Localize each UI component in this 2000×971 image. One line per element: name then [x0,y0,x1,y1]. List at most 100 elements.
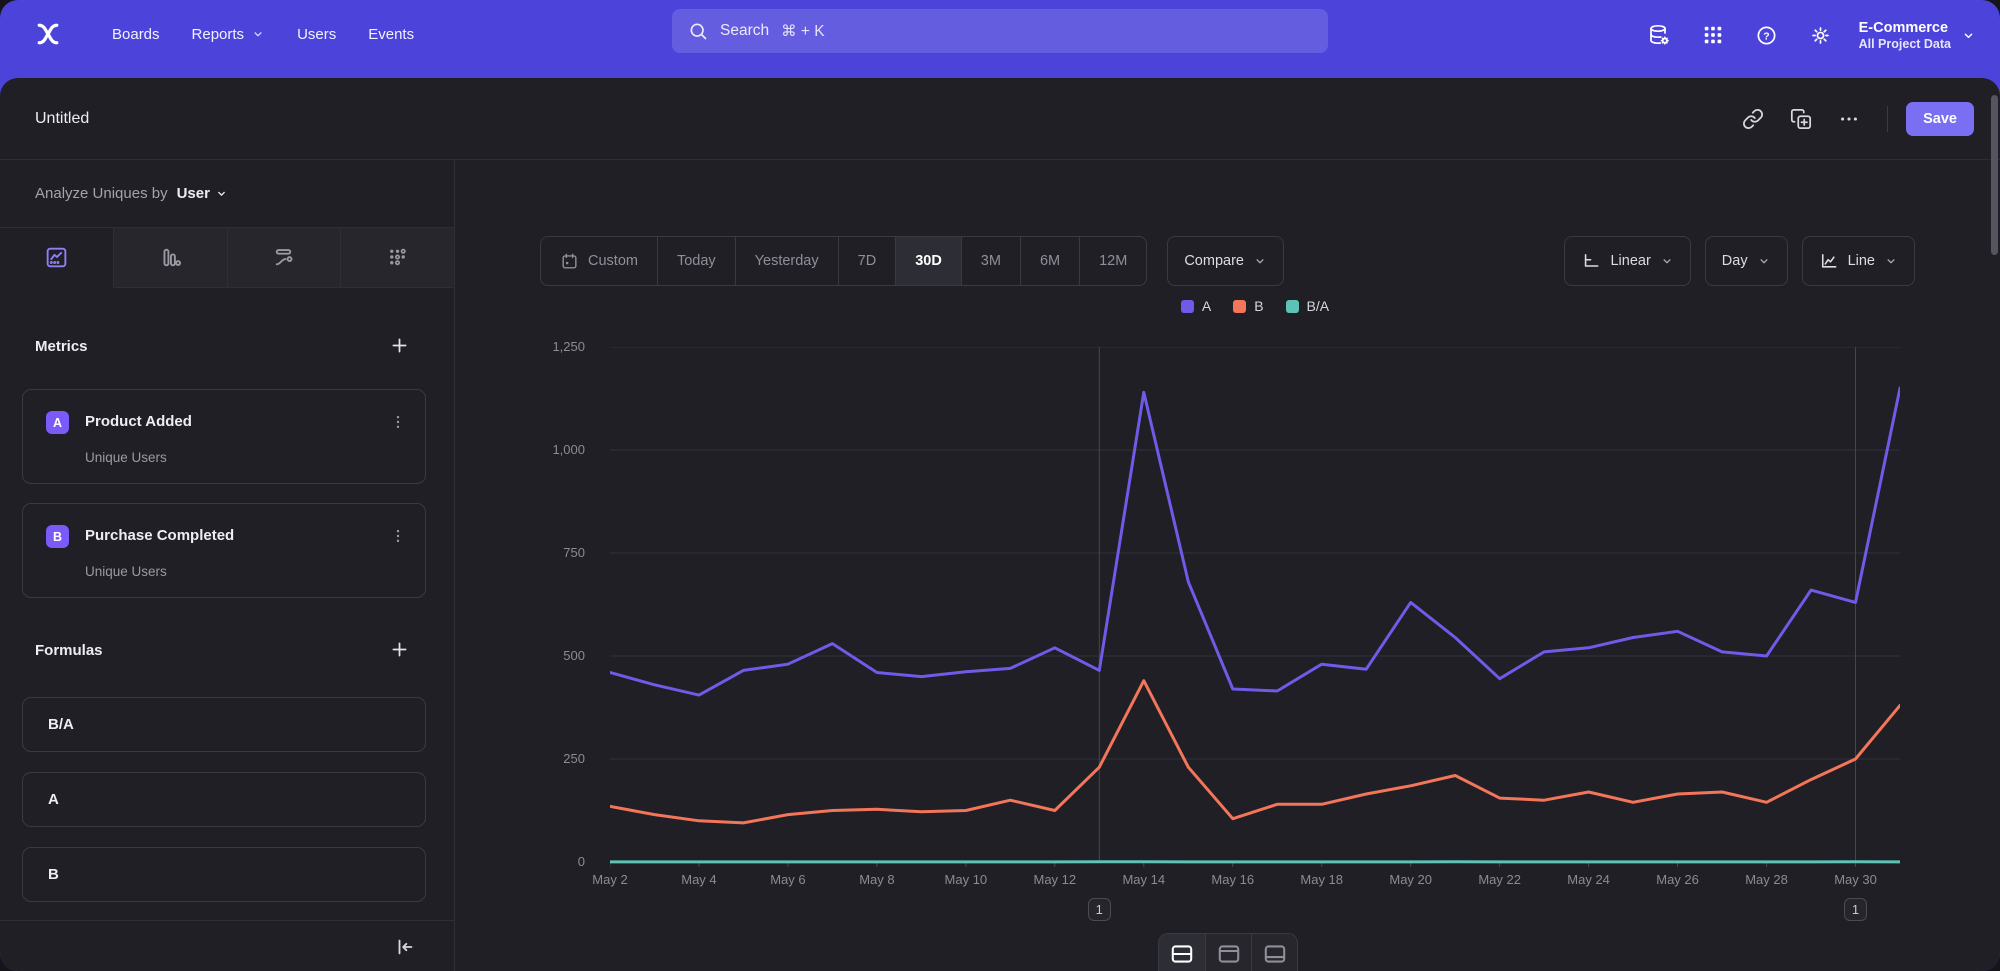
tab-retention[interactable] [341,228,454,287]
search-shortcut: ⌘ + K [781,22,825,41]
settings-button[interactable] [1799,13,1843,57]
help-icon: ? [1755,24,1778,47]
metric-measure[interactable]: Unique Users [85,564,167,579]
mixpanel-logo-icon [33,19,63,49]
divider [0,920,454,921]
nav-item-reports[interactable]: Reports [176,16,282,53]
legend-item[interactable]: A [1181,298,1211,314]
formula-card[interactable]: B/A [22,697,426,752]
x-axis-tick-label: May 26 [1643,872,1713,887]
interval-label: Day [1722,253,1748,269]
link-icon [1742,108,1764,130]
layout-chart-top-icon [1216,941,1242,967]
collapse-sidebar-button[interactable] [388,932,422,962]
date-range-custom[interactable]: Custom [541,237,657,285]
chart-legend: A B B/A [610,298,1900,314]
top-nav: Boards Reports Users Events Search ⌘ + K [0,0,2000,78]
nav-item-label: Users [297,26,336,43]
tab-flows[interactable] [228,228,342,287]
data-management-button[interactable] [1637,13,1681,57]
tab-insights[interactable] [0,228,114,288]
date-range-label: Today [677,253,716,269]
report-title[interactable]: Untitled [35,110,89,128]
report-header: Untitled Save [0,78,2000,160]
formulas-section-title: Formulas [35,642,103,659]
analyze-by-value: User [177,185,210,202]
linear-scale-icon [1581,251,1601,271]
x-axis-tick-label: May 4 [664,872,734,887]
metric-letter-badge: B [46,525,69,548]
gear-icon [1809,24,1832,47]
date-range-today[interactable]: Today [657,237,735,285]
y-axis-tick-label: 0 [475,854,585,869]
metric-letter-badge: A [46,411,69,434]
scale-dropdown[interactable]: Linear [1564,236,1690,286]
mixpanel-logo[interactable] [28,14,68,54]
metric-card[interactable]: A Product Added Unique Users [22,389,426,484]
date-range-30d[interactable]: 30D [895,237,961,285]
formula-card[interactable]: A [22,772,426,827]
duplicate-icon [1790,108,1812,130]
formula-expression: B/A [48,716,74,733]
metric-card[interactable]: B Purchase Completed Unique Users [22,503,426,598]
metric-measure[interactable]: Unique Users [85,450,167,465]
copy-link-button[interactable] [1733,99,1773,139]
annotation-badge[interactable]: 1 [1844,898,1867,921]
compare-button[interactable]: Compare [1167,236,1284,286]
formula-card[interactable]: B [22,847,426,902]
interval-dropdown[interactable]: Day [1705,236,1788,286]
analyze-by-dropdown[interactable]: User [177,185,228,202]
metric-name: Product Added [85,413,192,430]
add-formula-button[interactable] [384,634,414,664]
layout-split-button[interactable] [1159,934,1205,971]
x-axis-tick-label: May 14 [1109,872,1179,887]
y-axis-tick-label: 750 [475,545,585,560]
tab-funnels[interactable] [114,228,228,287]
plus-icon [389,335,410,356]
nav-item-events[interactable]: Events [352,16,430,53]
nav-item-users[interactable]: Users [281,16,352,53]
layout-chart-top-button[interactable] [1205,934,1251,971]
duplicate-button[interactable] [1781,99,1821,139]
chart-toolbar: Custom Today Yesterday [540,236,1915,286]
legend-item[interactable]: B [1233,298,1263,314]
nav-item-label: Reports [192,26,245,43]
help-button[interactable]: ? [1745,13,1789,57]
line-chart-plot[interactable] [610,347,1900,868]
date-range-7d[interactable]: 7D [838,237,896,285]
nav-item-boards[interactable]: Boards [96,16,176,53]
legend-item[interactable]: B/A [1286,298,1330,314]
date-range-3m[interactable]: 3M [961,237,1020,285]
scrollbar-thumb[interactable] [1991,95,1998,255]
metric-menu-button[interactable] [385,522,411,550]
nav-item-label: Events [368,26,414,43]
date-range-label: Yesterday [755,253,819,269]
line-chart-icon [1819,251,1839,271]
date-range-label: 6M [1040,253,1060,269]
report-actions: Save [1733,99,1974,139]
apps-grid-button[interactable] [1691,13,1735,57]
more-options-button[interactable] [1829,99,1869,139]
date-range-yesterday[interactable]: Yesterday [735,237,838,285]
kebab-icon [389,413,407,431]
date-range-12m[interactable]: 12M [1079,237,1146,285]
y-axis-tick-label: 1,250 [475,339,585,354]
project-switcher[interactable]: E-Commerce All Project Data [1859,19,1976,52]
date-range-6m[interactable]: 6M [1020,237,1079,285]
chart-type-dropdown[interactable]: Line [1802,236,1915,286]
save-button[interactable]: Save [1906,102,1974,136]
annotation-badge[interactable]: 1 [1088,898,1111,921]
layout-chart-bottom-button[interactable] [1251,934,1297,971]
add-metric-button[interactable] [384,330,414,360]
metric-menu-button[interactable] [385,408,411,436]
retention-icon [385,245,410,270]
funnels-icon [158,245,183,270]
kebab-icon [389,527,407,545]
legend-swatch [1286,300,1299,313]
legend-label: B/A [1307,298,1330,314]
search-input[interactable]: Search ⌘ + K [672,9,1328,53]
flows-icon [271,245,296,270]
divider [1887,106,1888,132]
formula-expression: B [48,866,59,883]
x-axis-tick-label: May 18 [1287,872,1357,887]
